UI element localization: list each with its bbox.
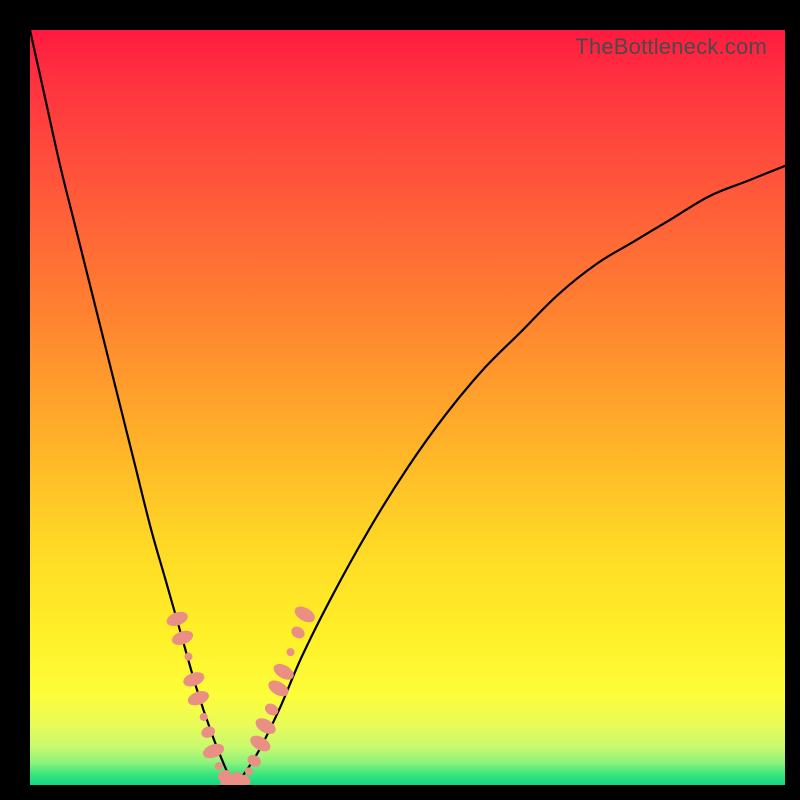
bead-marker bbox=[181, 669, 206, 689]
bead-marker bbox=[218, 771, 243, 785]
bottleneck-curve bbox=[30, 30, 785, 785]
bead-marker bbox=[245, 753, 263, 770]
bead-marker bbox=[235, 772, 253, 785]
bead-marker bbox=[199, 712, 209, 722]
bead-group bbox=[165, 603, 318, 785]
bead-marker bbox=[165, 609, 190, 629]
bead-marker bbox=[200, 725, 217, 740]
bead-marker bbox=[285, 647, 296, 658]
bead-marker bbox=[271, 661, 297, 683]
bead-marker bbox=[263, 701, 281, 718]
watermark-text: TheBottleneck.com bbox=[575, 34, 767, 60]
bead-marker bbox=[289, 624, 307, 641]
bead-marker bbox=[170, 628, 195, 648]
chart-frame: TheBottleneck.com bbox=[0, 0, 800, 800]
bead-marker bbox=[253, 715, 279, 737]
bead-marker bbox=[183, 651, 193, 661]
bead-marker bbox=[214, 761, 224, 771]
bead-marker bbox=[243, 766, 254, 777]
plot-area: TheBottleneck.com bbox=[30, 30, 785, 785]
curve-svg bbox=[30, 30, 785, 785]
bead-marker bbox=[186, 688, 211, 708]
bead-marker bbox=[292, 603, 318, 625]
bead-marker bbox=[231, 772, 244, 785]
bead-marker bbox=[201, 741, 226, 761]
bead-marker bbox=[216, 768, 233, 783]
bead-marker bbox=[266, 677, 292, 699]
bead-marker bbox=[248, 732, 274, 754]
